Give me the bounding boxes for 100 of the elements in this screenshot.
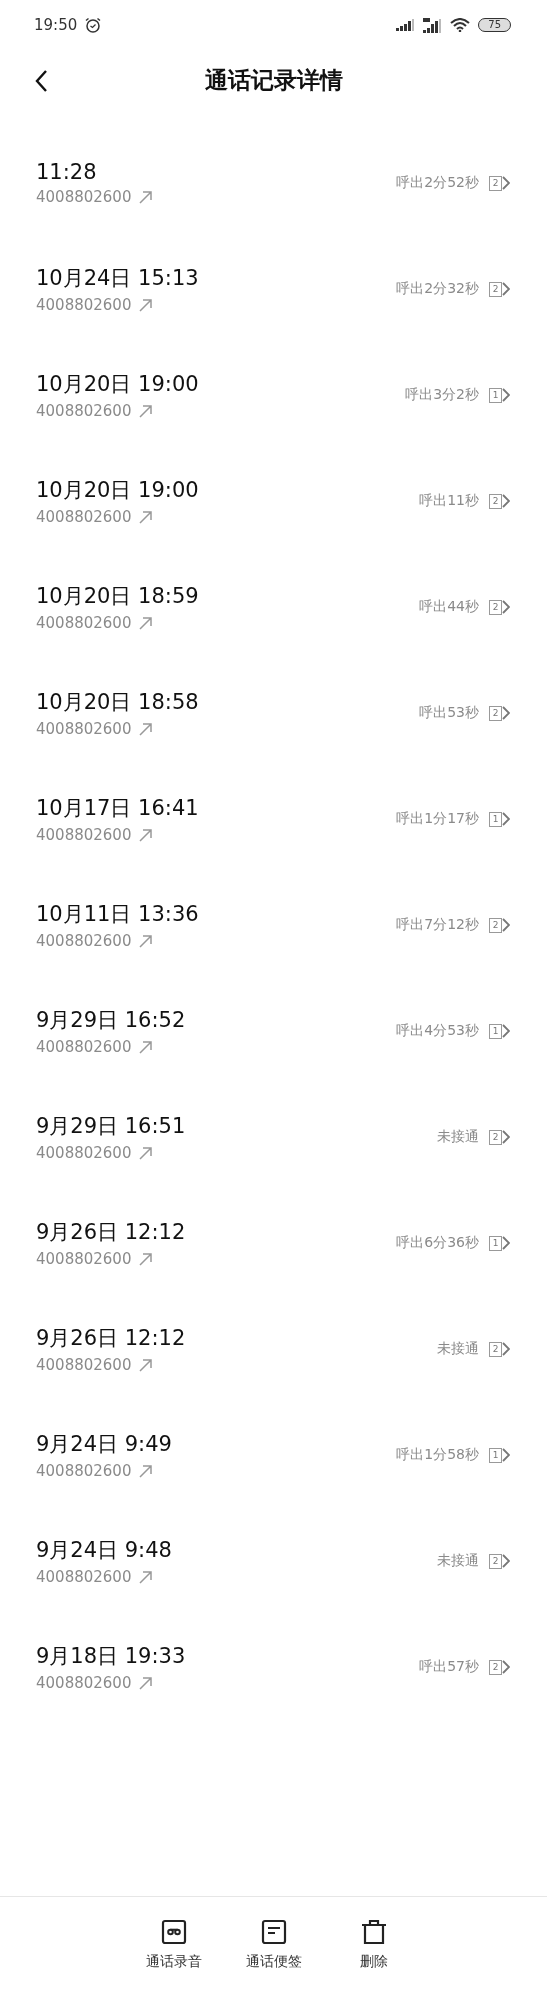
chevron-right-icon[interactable] (502, 1024, 510, 1038)
signal-icon (396, 19, 416, 31)
call-result: 呼出2分52秒 (396, 174, 479, 192)
wifi-icon (450, 18, 471, 32)
call-result: 呼出6分36秒 (396, 1234, 479, 1252)
call-result: 呼出4分53秒 (396, 1022, 479, 1040)
call-time: 10月20日 18:59 (36, 583, 200, 610)
outgoing-arrow-icon (139, 190, 153, 204)
call-result: 未接通 (437, 1552, 479, 1570)
chevron-right-icon[interactable] (502, 1236, 510, 1250)
phone-number: 4008802600 (36, 1144, 132, 1162)
call-result: 呼出1分58秒 (396, 1446, 479, 1464)
battery-level: 75 (478, 18, 511, 32)
chevron-right-icon[interactable] (502, 282, 510, 296)
call-time: 9月24日 9:49 (36, 1431, 173, 1458)
call-time: 9月29日 16:51 (36, 1113, 187, 1140)
call-time: 10月11日 13:36 (36, 901, 200, 928)
cassette-icon (160, 1919, 187, 1945)
call-time: 10月24日 15:13 (36, 265, 200, 292)
call-time: 9月29日 16:52 (36, 1007, 187, 1034)
note-icon (260, 1919, 287, 1945)
call-result: 呼出1分17秒 (396, 810, 479, 828)
sim-badge: 2 (489, 281, 502, 297)
sim-badge: 2 (489, 175, 502, 191)
phone-number: 4008802600 (36, 508, 132, 526)
sim-badge: 1 (489, 1023, 502, 1039)
phone-number: 4008802600 (36, 402, 132, 420)
phone-number: 4008802600 (36, 826, 132, 844)
chevron-right-icon[interactable] (502, 1660, 510, 1674)
call-result: 呼出2分32秒 (396, 280, 479, 298)
chevron-right-icon[interactable] (502, 918, 510, 932)
phone-number: 4008802600 (36, 1250, 132, 1268)
call-result: 未接通 (437, 1128, 479, 1146)
call-time: 9月24日 9:48 (36, 1537, 173, 1564)
back-icon[interactable] (34, 69, 48, 93)
call-time: 10月20日 19:00 (36, 371, 200, 398)
chevron-right-icon[interactable] (502, 494, 510, 508)
sim-badge: 2 (489, 493, 502, 509)
sim-badge: 2 (489, 917, 502, 933)
trash-icon (360, 1919, 387, 1945)
outgoing-arrow-icon (139, 828, 153, 842)
sim-badge: 1 (489, 387, 502, 403)
sim-badge: 2 (489, 705, 502, 721)
call-time: 10月20日 18:58 (36, 689, 200, 716)
footer-action[interactable]: 通话便签 (240, 1919, 307, 2000)
outgoing-arrow-icon (139, 1040, 153, 1054)
chevron-right-icon[interactable] (502, 706, 510, 720)
phone-number: 4008802600 (36, 188, 132, 206)
outgoing-arrow-icon (139, 404, 153, 418)
chevron-right-icon[interactable] (502, 1342, 510, 1356)
outgoing-arrow-icon (139, 1676, 153, 1690)
footer-action[interactable]: 通话录音 (140, 1919, 207, 2000)
outgoing-arrow-icon (139, 298, 153, 312)
sim-badge: 1 (489, 1235, 502, 1251)
call-result: 呼出11秒 (419, 492, 479, 510)
outgoing-arrow-icon (139, 722, 153, 736)
alarm-icon (85, 17, 102, 33)
sim-badge: 1 (489, 1447, 502, 1463)
sim-badge: 2 (489, 599, 502, 615)
chevron-right-icon[interactable] (502, 1448, 510, 1462)
phone-number: 4008802600 (36, 1462, 132, 1480)
call-time: 10月20日 19:00 (36, 477, 200, 504)
call-result: 未接通 (437, 1340, 479, 1358)
outgoing-arrow-icon (139, 1570, 153, 1584)
sim-badge: 2 (489, 1659, 502, 1675)
call-time: 11:28 (36, 160, 98, 184)
chevron-right-icon[interactable] (502, 1130, 510, 1144)
footer-action[interactable]: 删除 (340, 1919, 407, 2000)
outgoing-arrow-icon (139, 616, 153, 630)
call-time: 9月18日 19:33 (36, 1643, 187, 1670)
page-title: 通话记录详情 (204, 65, 343, 95)
chevron-right-icon[interactable] (502, 1554, 510, 1568)
chevron-right-icon[interactable] (502, 388, 510, 402)
call-time: 9月26日 12:12 (36, 1325, 187, 1352)
call-time: 9月26日 12:12 (36, 1219, 187, 1246)
chevron-right-icon[interactable] (502, 812, 510, 826)
call-time: 10月17日 16:41 (36, 795, 200, 822)
sim-badge: 2 (489, 1341, 502, 1357)
signal-hd-icon (423, 17, 443, 33)
chevron-right-icon[interactable] (502, 176, 510, 190)
chevron-right-icon[interactable] (502, 600, 510, 614)
status-time: 19:50 (34, 16, 78, 34)
phone-number: 4008802600 (36, 1568, 132, 1586)
sim-badge: 2 (489, 1129, 502, 1145)
call-result: 呼出7分12秒 (396, 916, 479, 934)
sim-badge: 1 (489, 811, 502, 827)
phone-number: 4008802600 (36, 1356, 132, 1374)
outgoing-arrow-icon (139, 1358, 153, 1372)
outgoing-arrow-icon (139, 1146, 153, 1160)
phone-number: 4008802600 (36, 614, 132, 632)
call-result: 呼出44秒 (419, 598, 479, 616)
call-result: 呼出57秒 (419, 1658, 479, 1676)
phone-number: 4008802600 (36, 296, 132, 314)
sim-badge: 2 (489, 1553, 502, 1569)
phone-number: 4008802600 (36, 1038, 132, 1056)
call-result: 呼出53秒 (419, 704, 479, 722)
outgoing-arrow-icon (139, 934, 153, 948)
call-result: 呼出3分2秒 (405, 386, 479, 404)
outgoing-arrow-icon (139, 1252, 153, 1266)
phone-number: 4008802600 (36, 720, 132, 738)
